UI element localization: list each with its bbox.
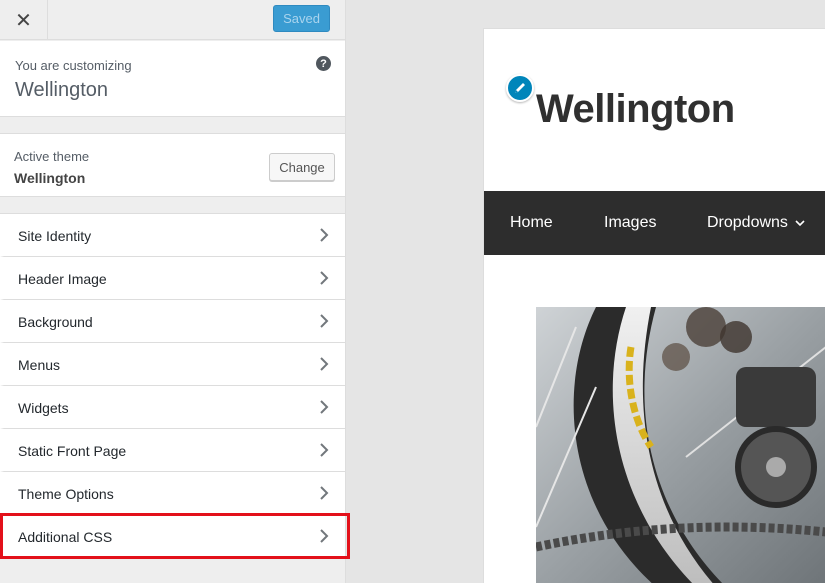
chevron-right-icon	[320, 314, 329, 328]
section-site-identity[interactable]: Site Identity	[0, 214, 345, 257]
active-theme-label: Active theme	[14, 149, 90, 164]
active-theme-panel: Active theme Wellington Change	[0, 133, 345, 197]
site-name: Wellington	[15, 79, 109, 101]
section-background[interactable]: Background	[0, 300, 345, 343]
chevron-right-icon	[320, 357, 329, 371]
section-label: Background	[18, 314, 93, 330]
nav-item-dropdowns[interactable]: Dropdowns	[707, 214, 805, 232]
chevron-right-icon	[320, 486, 329, 500]
nav-item-label: Dropdowns	[707, 214, 788, 231]
customizer-sidebar: ✕ Saved You are customizing Wellington ?…	[0, 0, 346, 583]
section-label: Additional CSS	[18, 529, 113, 545]
section-label: Theme Options	[18, 486, 114, 502]
section-label: Static Front Page	[18, 443, 127, 459]
section-widgets[interactable]: Widgets	[0, 386, 345, 429]
section-theme-options[interactable]: Theme Options	[0, 472, 345, 515]
pencil-icon-glyph	[515, 83, 525, 93]
section-header-image[interactable]: Header Image	[0, 257, 345, 300]
active-theme-name: Wellington	[14, 170, 86, 186]
change-theme-button[interactable]: Change	[269, 153, 335, 181]
saved-button[interactable]: Saved	[273, 5, 330, 32]
customizer-sections: Site Identity Header Image Background Me…	[0, 213, 345, 558]
customize-info: You are customizing Wellington ?	[0, 41, 345, 117]
chevron-down-icon	[795, 220, 805, 227]
question-mark-icon[interactable]: ?	[316, 56, 331, 71]
section-label: Widgets	[18, 400, 69, 416]
site-preview: Wellington Home Images Dropdowns	[483, 28, 825, 583]
site-title[interactable]: Wellington	[536, 87, 735, 132]
nav-item-images[interactable]: Images	[604, 214, 656, 232]
nav-item-home[interactable]: Home	[510, 214, 553, 232]
close-icon[interactable]: ✕	[0, 0, 48, 40]
customizer-header: ✕ Saved	[0, 0, 345, 40]
customizing-label: You are customizing	[15, 58, 132, 73]
section-label: Menus	[18, 357, 61, 373]
pencil-icon[interactable]	[506, 74, 534, 102]
chevron-right-icon	[320, 400, 329, 414]
section-additional-css[interactable]: Additional CSS	[0, 515, 345, 558]
section-static-front-page[interactable]: Static Front Page	[0, 429, 345, 472]
section-label: Header Image	[18, 271, 107, 287]
featured-image[interactable]	[536, 307, 825, 583]
section-menus[interactable]: Menus	[0, 343, 345, 386]
main-navigation: Home Images Dropdowns	[484, 191, 825, 255]
section-label: Site Identity	[18, 228, 92, 244]
chevron-right-icon	[320, 443, 329, 457]
chevron-right-icon	[320, 271, 329, 285]
chevron-right-icon	[320, 228, 329, 242]
chevron-right-icon	[320, 529, 329, 543]
